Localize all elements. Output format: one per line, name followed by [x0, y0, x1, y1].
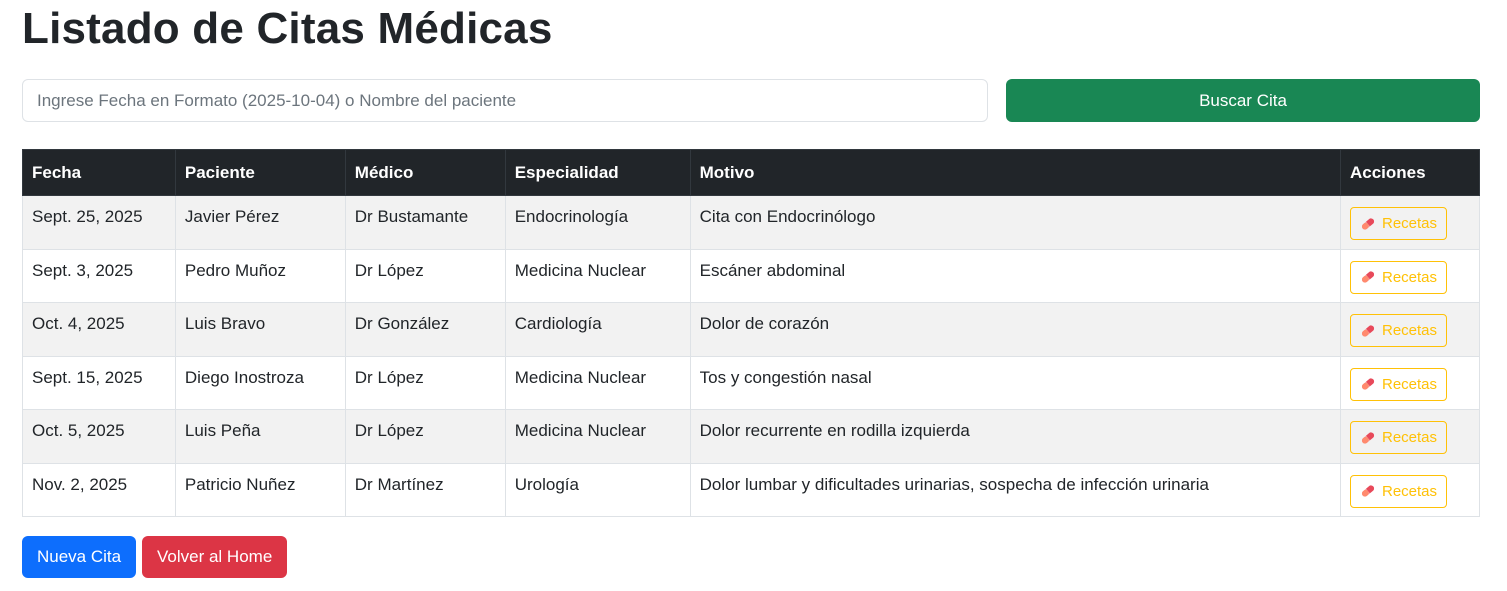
table-row: Sept. 3, 2025 Pedro Muñoz Dr López Medic…	[22, 248, 1481, 303]
cell-motivo: Escáner abdominal	[689, 248, 1341, 303]
cell-acciones: Recetas	[1339, 302, 1481, 357]
table-row: Nov. 2, 2025 Patricio Nuñez Dr Martínez …	[22, 462, 1481, 517]
table-row: Oct. 5, 2025 Luis Peña Dr López Medicina…	[22, 409, 1481, 464]
cell-medico: Dr Martínez	[344, 462, 506, 517]
column-header-paciente: Paciente	[174, 149, 346, 196]
cell-motivo: Tos y congestión nasal	[689, 355, 1341, 410]
cell-especialidad: Cardiología	[504, 302, 691, 357]
recetas-button[interactable]: Recetas	[1349, 474, 1448, 508]
recetas-label: Recetas	[1381, 482, 1438, 500]
cell-acciones: Recetas	[1339, 409, 1481, 464]
cell-fecha: Oct. 5, 2025	[22, 409, 176, 464]
pill-icon	[1361, 271, 1375, 283]
pill-icon	[1361, 217, 1375, 230]
pill-icon	[1361, 485, 1375, 497]
recetas-label: Recetas	[1381, 215, 1438, 232]
recetas-button[interactable]: Recetas	[1349, 260, 1448, 294]
recetas-button[interactable]: Recetas	[1349, 314, 1448, 347]
recetas-label: Recetas	[1381, 429, 1438, 446]
recetas-button[interactable]: Recetas	[1349, 367, 1448, 401]
cell-fecha: Nov. 2, 2025	[22, 462, 176, 517]
recetas-label: Recetas	[1381, 322, 1438, 339]
cell-fecha: Sept. 25, 2025	[22, 195, 176, 250]
cell-especialidad: Urología	[504, 462, 691, 517]
cell-fecha: Sept. 15, 2025	[22, 355, 176, 410]
pill-icon	[1361, 324, 1375, 337]
cell-medico: Dr González	[344, 302, 506, 357]
cell-paciente: Patricio Nuñez	[174, 462, 346, 517]
cell-acciones: Recetas	[1339, 195, 1481, 250]
cell-paciente: Javier Pérez	[174, 195, 346, 250]
recetas-button[interactable]: Recetas	[1349, 207, 1448, 240]
cell-medico: Dr Bustamante	[344, 195, 506, 250]
search-button[interactable]: Buscar Cita	[1006, 79, 1480, 122]
search-input[interactable]	[22, 79, 988, 122]
recetas-label: Recetas	[1381, 375, 1438, 393]
cell-acciones: Recetas	[1339, 355, 1481, 410]
column-header-medico: Médico	[344, 149, 506, 196]
cell-especialidad: Medicina Nuclear	[504, 355, 691, 410]
column-header-fecha: Fecha	[22, 149, 176, 196]
cell-medico: Dr López	[344, 355, 506, 410]
column-header-acciones: Acciones	[1339, 149, 1481, 196]
column-header-especialidad: Especialidad	[504, 149, 691, 196]
volver-home-button[interactable]: Volver al Home	[142, 536, 288, 578]
recetas-button[interactable]: Recetas	[1349, 421, 1448, 454]
table-row: Oct. 4, 2025 Luis Bravo Dr González Card…	[22, 302, 1481, 357]
cell-fecha: Oct. 4, 2025	[22, 302, 176, 357]
recetas-label: Recetas	[1381, 268, 1438, 286]
cell-medico: Dr López	[344, 409, 506, 464]
cell-acciones: Recetas	[1339, 462, 1481, 517]
cell-motivo: Dolor lumbar y dificultades urinarias, s…	[689, 462, 1341, 517]
cell-motivo: Dolor de corazón	[689, 302, 1341, 357]
cell-medico: Dr López	[344, 248, 506, 303]
cell-motivo: Dolor recurrente en rodilla izquierda	[689, 409, 1341, 464]
cell-paciente: Diego Inostroza	[174, 355, 346, 410]
cell-especialidad: Endocrinología	[504, 195, 691, 250]
cell-especialidad: Medicina Nuclear	[504, 248, 691, 303]
table-header-row: Fecha Paciente Médico Especialidad Motiv…	[22, 149, 1481, 196]
nueva-cita-button[interactable]: Nueva Cita	[22, 536, 137, 578]
cell-acciones: Recetas	[1339, 248, 1481, 303]
page-title: Listado de Citas Médicas	[22, 4, 553, 53]
table-row: Sept. 15, 2025 Diego Inostroza Dr López …	[22, 355, 1481, 410]
table-row: Sept. 25, 2025 Javier Pérez Dr Bustamant…	[22, 195, 1481, 250]
pill-icon	[1361, 431, 1375, 444]
page: Listado de Citas Médicas Buscar Cita Fec…	[0, 0, 1507, 591]
appointments-table: Fecha Paciente Médico Especialidad Motiv…	[22, 149, 1481, 517]
cell-paciente: Luis Bravo	[174, 302, 346, 357]
pill-icon	[1361, 378, 1375, 390]
cell-paciente: Luis Peña	[174, 409, 346, 464]
cell-motivo: Cita con Endocrinólogo	[689, 195, 1341, 250]
column-header-motivo: Motivo	[689, 149, 1341, 196]
cell-fecha: Sept. 3, 2025	[22, 248, 176, 303]
cell-especialidad: Medicina Nuclear	[504, 409, 691, 464]
cell-paciente: Pedro Muñoz	[174, 248, 346, 303]
